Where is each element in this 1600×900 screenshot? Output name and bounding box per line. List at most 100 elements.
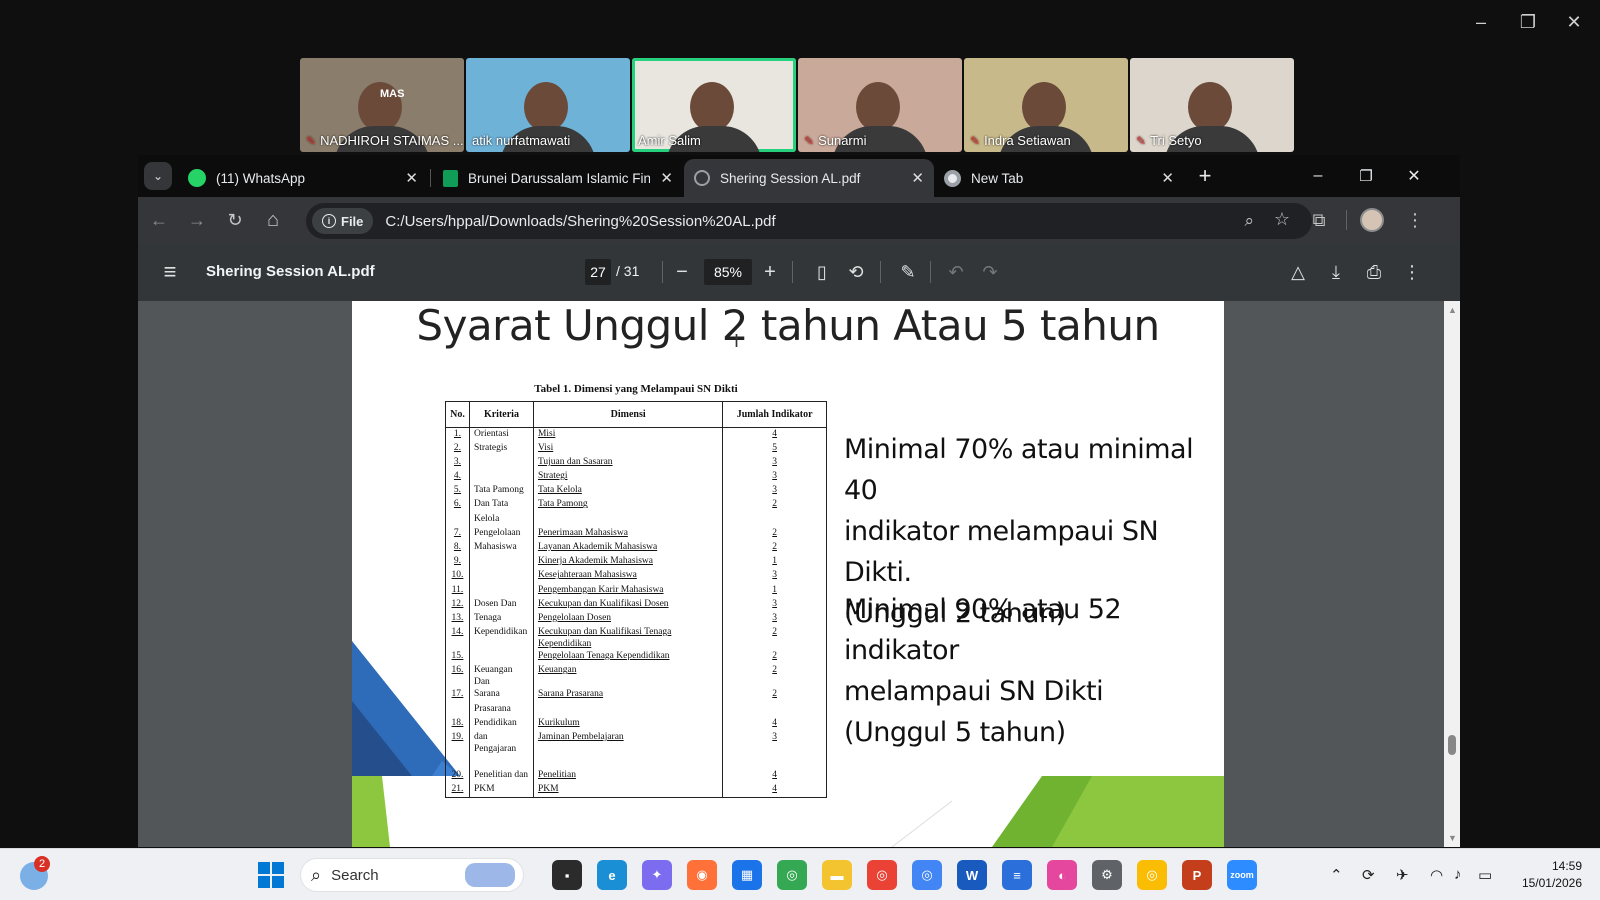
fit-page-icon[interactable]: ▯	[808, 259, 836, 285]
powerpoint-icon[interactable]: P	[1182, 860, 1212, 890]
participant-tile[interactable]: MAS ✎ NADHIROH STAIMAS ...	[300, 58, 464, 152]
browser-restore-button[interactable]: ❐	[1346, 163, 1386, 189]
cell-jumlah: 2	[722, 498, 827, 513]
cell-kriteria: Dan Tata	[468, 498, 534, 513]
page-number-input[interactable]: 27	[585, 259, 611, 285]
pdf-menu-icon[interactable]: ≡	[156, 259, 184, 285]
cell-kriteria	[468, 470, 534, 485]
cell-no: 21.	[445, 783, 470, 798]
tab-whatsapp[interactable]: (11) WhatsApp ✕	[178, 159, 428, 197]
volume-icon[interactable]: ♪	[1454, 866, 1462, 883]
browser-minimize-button[interactable]: –	[1298, 163, 1338, 189]
browser-menu-icon[interactable]: ⋮	[1400, 207, 1430, 233]
firefox-icon[interactable]: ◉	[687, 860, 717, 890]
zoom-icon[interactable]: zoom	[1227, 860, 1257, 890]
file-explorer-icon[interactable]: ▬	[822, 860, 852, 890]
cell-no: 19.	[445, 730, 470, 755]
scroll-up-icon[interactable]: ▲	[1448, 305, 1457, 315]
building-sign: MAS	[380, 88, 405, 100]
show-hidden-icons[interactable]: ⌃	[1330, 866, 1343, 884]
participant-tile[interactable]: Amir Salim	[632, 58, 796, 152]
clock[interactable]: 14:59 15/01/2026	[1522, 858, 1582, 892]
participant-tile[interactable]: ✎ Sunarmi	[798, 58, 962, 152]
cell-no: 2.	[445, 441, 470, 456]
draw-icon[interactable]: ✎	[894, 259, 922, 285]
notes-icon[interactable]: ≡	[1002, 860, 1032, 890]
table-row: 19. dan Pengajaran Jaminan Pembelajaran 3	[445, 730, 827, 755]
chrome-profile3-icon[interactable]: ◎	[1137, 860, 1167, 890]
tab-close-icon[interactable]: ✕	[660, 169, 673, 187]
tab-shering-session[interactable]: Shering Session AL.pdf ✕	[684, 159, 934, 197]
download-icon[interactable]: ⤓	[1322, 259, 1350, 285]
note-line: Minimal 90% atau 52 indikator	[844, 594, 1122, 666]
mic-icon[interactable]: ✈	[1396, 866, 1409, 884]
search-icon: ⌕	[311, 864, 322, 885]
scroll-thumb[interactable]	[1448, 735, 1456, 755]
zoom-out-button[interactable]: −	[668, 259, 696, 285]
store-icon[interactable]: ▦	[732, 860, 762, 890]
scroll-down-icon[interactable]: ▼	[1448, 833, 1457, 843]
participant-tile[interactable]: atik nurfatmawati	[466, 58, 630, 152]
cell-dimensi	[532, 512, 724, 527]
back-button[interactable]: ←	[144, 207, 174, 233]
word-icon[interactable]: W	[957, 860, 987, 890]
indicator-table: No. Kriteria Dimensi Jumlah Indikator 1.…	[445, 401, 827, 798]
profile-avatar[interactable]	[1360, 208, 1384, 232]
participant-tile[interactable]: ✎ Indra Setiawan	[964, 58, 1128, 152]
pdf-viewer[interactable]: Syarat Unggul 2 tahun Atau 5 tahun Tabel…	[138, 301, 1460, 847]
forward-button[interactable]: →	[182, 207, 212, 233]
extensions-icon[interactable]: ⧉	[1304, 207, 1334, 233]
photos-icon[interactable]: ◐	[1047, 860, 1077, 890]
cell-no	[445, 754, 470, 770]
tab-search-button[interactable]: ⌄	[144, 162, 172, 190]
undo-icon[interactable]: ↶	[942, 259, 970, 285]
pdf-more-icon[interactable]: ⋮	[1398, 259, 1426, 285]
tab-close-icon[interactable]: ✕	[1161, 169, 1174, 187]
redo-icon[interactable]: ↷	[976, 259, 1004, 285]
sync-icon[interactable]: ⟳	[1362, 866, 1375, 884]
participant-video	[1188, 82, 1232, 132]
drive-save-icon[interactable]: △	[1284, 259, 1312, 285]
print-icon[interactable]: ⎙	[1360, 259, 1388, 285]
tab-close-icon[interactable]: ✕	[405, 169, 418, 187]
site-info-chip[interactable]: i File	[312, 208, 374, 234]
cell-kriteria: Kependidikan	[468, 626, 534, 651]
zoom-minimize-button[interactable]: –	[1461, 8, 1501, 36]
task-view-icon[interactable]: ▪	[552, 860, 582, 890]
settings-icon[interactable]: ⚙	[1092, 860, 1122, 890]
chrome-profile2-icon[interactable]: ◎	[912, 860, 942, 890]
tab-new-tab[interactable]: New Tab ✕	[934, 159, 1184, 197]
copilot-icon[interactable]: ✦	[642, 860, 672, 890]
new-tab-button[interactable]: +	[1190, 161, 1220, 191]
tab-brunei[interactable]: Brunei Darussalam Islamic Finar ✕	[433, 159, 683, 197]
table-row: 10. Kesejahteraan Mahasiswa 3	[445, 569, 827, 584]
battery-icon[interactable]: ▭	[1478, 866, 1492, 884]
cell-dimensi: PKM	[532, 783, 724, 798]
cell-kriteria	[468, 650, 534, 665]
scrollbar[interactable]: ▲ ▼	[1444, 301, 1460, 847]
cell-jumlah: 4	[722, 769, 827, 784]
zoom-in-button[interactable]: +	[756, 259, 784, 285]
wifi-icon[interactable]: ◠	[1430, 866, 1443, 884]
chrome-icon[interactable]: ◎	[777, 860, 807, 890]
rotate-icon[interactable]: ⟲	[842, 259, 870, 285]
cell-kriteria: Tata Pamong	[468, 484, 534, 499]
start-button[interactable]	[258, 862, 284, 888]
zoom-level-input[interactable]: 85%	[704, 259, 752, 285]
address-bar[interactable]: i File C:/Users/hppal/Downloads/Shering%…	[306, 203, 1312, 239]
tab-close-icon[interactable]: ✕	[911, 169, 924, 187]
zoom-restore-button[interactable]: ❐	[1508, 8, 1548, 36]
home-button[interactable]: ⌂	[258, 207, 288, 233]
browser-close-button[interactable]: ✕	[1394, 163, 1434, 189]
note-line: melampaui SN Dikti	[844, 676, 1104, 707]
cell-dimensi: Pengelolaan Dosen	[532, 611, 724, 627]
zoom-lens-icon[interactable]: ⌕	[1244, 211, 1254, 231]
reload-button[interactable]: ↻	[220, 207, 250, 233]
edge-icon[interactable]: e	[597, 860, 627, 890]
chrome-profile-icon[interactable]: ◎	[867, 860, 897, 890]
participant-tile[interactable]: ✎ Tri Setyo	[1130, 58, 1294, 152]
bookmark-star-icon[interactable]: ☆	[1274, 209, 1290, 230]
zoom-close-button[interactable]: ✕	[1554, 8, 1594, 36]
participant-name: ✎ Indra Setiawan	[970, 133, 1071, 148]
taskbar-search[interactable]: ⌕ Search	[300, 858, 524, 892]
